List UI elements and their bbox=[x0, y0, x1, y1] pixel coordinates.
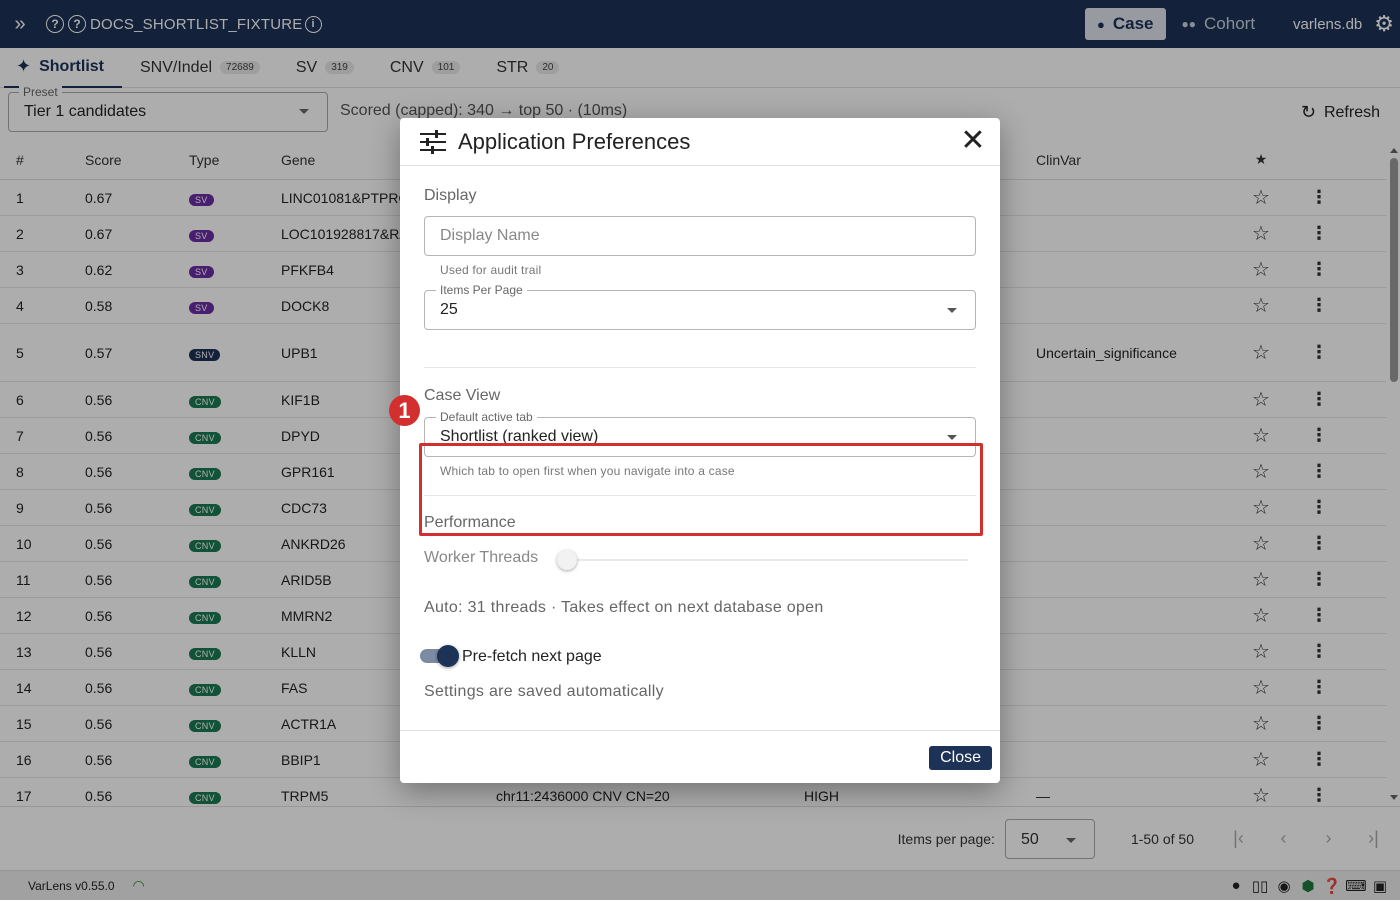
dialog-title: Application Preferences bbox=[458, 128, 691, 154]
preferences-dialog: Application Preferences ✕ Display Displa… bbox=[400, 118, 1000, 783]
display-name-field[interactable]: Display Name bbox=[424, 216, 976, 256]
chevron-down-icon bbox=[947, 308, 957, 313]
worker-threads-label: Worker Threads bbox=[424, 549, 539, 566]
display-name-placeholder: Display Name bbox=[440, 227, 540, 244]
worker-threads-slider-thumb[interactable] bbox=[557, 550, 577, 570]
autosave-note: Settings are saved automatically bbox=[424, 683, 664, 700]
prefetch-toggle[interactable] bbox=[420, 645, 459, 667]
default-tab-legend: Default active tab bbox=[436, 410, 537, 424]
case-view-section-title: Case View bbox=[424, 387, 501, 404]
annotation-marker: 1 bbox=[389, 395, 420, 426]
highlight-box bbox=[419, 443, 983, 536]
app-root: » ? ? DOCS_SHORTLIST_FIXTURE i ● Case ●●… bbox=[0, 0, 1400, 900]
dialog-body: Display Display Name Used for audit trai… bbox=[400, 167, 1000, 729]
display-section-title: Display bbox=[424, 187, 477, 204]
dialog-header: Application Preferences ✕ bbox=[400, 118, 1000, 166]
items-per-page-preference-value: 25 bbox=[440, 301, 458, 318]
worker-threads-slider[interactable] bbox=[560, 559, 968, 561]
chevron-down-icon bbox=[947, 435, 957, 440]
auto-threads-text: Auto: 31 threads · Takes effect on next … bbox=[424, 599, 824, 616]
items-per-page-preference-select[interactable]: Items Per Page 25 bbox=[424, 283, 976, 330]
dialog-footer: Close bbox=[400, 730, 1000, 783]
close-button[interactable]: Close bbox=[929, 746, 992, 770]
display-name-helper: Used for audit trail bbox=[440, 263, 542, 277]
close-icon[interactable]: ✕ bbox=[958, 126, 988, 156]
tune-icon bbox=[420, 129, 446, 154]
prefetch-label: Pre-fetch next page bbox=[462, 648, 602, 665]
items-per-page-legend: Items Per Page bbox=[436, 283, 527, 297]
